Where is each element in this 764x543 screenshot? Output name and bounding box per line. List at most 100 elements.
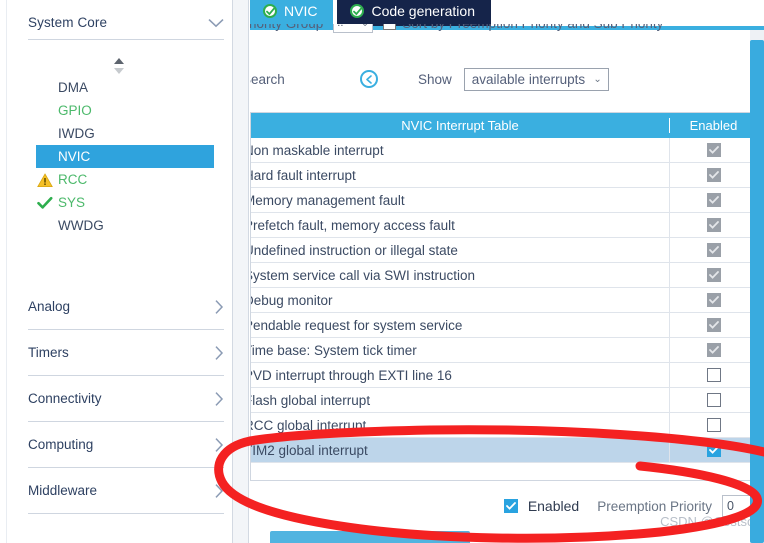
- enabled-cell: [669, 162, 757, 188]
- enabled-cell: [669, 412, 757, 438]
- interrupt-name-cell: RCC global interrupt: [250, 417, 367, 433]
- sidebar-item-label: SYS: [58, 195, 86, 210]
- sidebar-item-label: GPIO: [58, 103, 92, 118]
- enabled-checkbox-locked: [706, 193, 721, 207]
- table-row[interactable]: Pendable request for system service: [250, 312, 757, 338]
- chevron-right-icon[interactable]: [214, 345, 224, 361]
- enabled-checkbox[interactable]: [706, 443, 721, 457]
- sidebar-section-computing[interactable]: Computing: [28, 422, 224, 468]
- chevron-right-icon[interactable]: [214, 391, 224, 407]
- table-row[interactable]: PVD interrupt through EXTI line 16: [251, 362, 757, 388]
- sort-by-priority-label: Sort by Preemption Priority and Sub Prio…: [402, 24, 663, 31]
- table-row[interactable]: Time base: System tick timer: [251, 337, 757, 363]
- enabled-cell: [669, 362, 757, 388]
- priority-group-label: Priority Group: [250, 24, 323, 31]
- tab-label: NVIC: [284, 3, 318, 19]
- sidebar-section-label: Connectivity: [28, 391, 102, 406]
- priority-group-combobox[interactable]: .. ⌄: [333, 24, 374, 33]
- table-row[interactable]: System service call via SWI instruction: [250, 262, 757, 288]
- enabled-cell: [669, 287, 757, 313]
- sidebar-item-label: DMA: [58, 80, 88, 95]
- enabled-label: Enabled: [527, 498, 580, 514]
- sidebar-section-label: Middleware: [28, 483, 98, 498]
- sidebar-section-timers[interactable]: Timers: [28, 330, 224, 376]
- sidebar-item-sys[interactable]: SYS: [36, 191, 224, 214]
- priority-group-value: ..: [337, 24, 343, 29]
- peripheral-state-icon-none: [36, 148, 54, 166]
- sidebar-left-edge: [0, 0, 7, 543]
- priority-group-row: Priority Group .. ⌄ Sort by Preemption P…: [250, 24, 764, 46]
- table-row[interactable]: Hard fault interrupt: [251, 162, 757, 188]
- enabled-checkbox-locked: [706, 343, 721, 357]
- search-label: Search: [250, 71, 285, 87]
- table-row[interactable]: RCC global interrupt: [250, 412, 757, 438]
- table-row[interactable]: Debug monitor: [250, 287, 757, 313]
- enabled-checkbox[interactable]: [706, 368, 721, 382]
- sidebar-item-label: IWDG: [58, 126, 95, 141]
- enabled-cell: [669, 137, 757, 163]
- preemption-priority-label: Preemption Priority: [597, 498, 712, 514]
- tab-nvic[interactable]: NVIC: [250, 0, 334, 26]
- enabled-cell: [669, 187, 757, 213]
- chevron-right-icon[interactable]: [214, 437, 224, 453]
- interrupt-name-cell: TIM2 global interrupt: [250, 442, 368, 458]
- column-header-enabled[interactable]: Enabled: [669, 118, 757, 133]
- tab-code-generation[interactable]: Code generation: [337, 0, 491, 26]
- sidebar-section-middleware[interactable]: Middleware: [28, 468, 224, 514]
- sidebar-group-system-core[interactable]: System Core: [28, 6, 224, 40]
- peripheral-state-icon-none: [36, 79, 54, 97]
- interrupt-name-cell: Prefetch fault, memory access fault: [250, 217, 455, 233]
- sidebar-item-iwdg[interactable]: IWDG: [36, 122, 224, 145]
- table-row[interactable]: Flash global interrupt: [251, 387, 757, 413]
- sidebar-item-gpio[interactable]: GPIO: [36, 99, 224, 122]
- sidebar-peripheral-list: DMA GPIO IWDG NVIC RCC SYS WWDG: [36, 76, 224, 237]
- sidebar-item-dma[interactable]: DMA: [36, 76, 224, 99]
- interrupt-name-cell: Pendable request for system service: [250, 317, 463, 333]
- table-row[interactable]: TIM2 global interrupt: [250, 437, 757, 463]
- table-row[interactable]: Non maskable interrupt: [251, 137, 757, 163]
- sidebar-group-header[interactable]: System Core: [28, 6, 224, 40]
- sidebar-section-label: Computing: [28, 437, 94, 452]
- enabled-cell: [669, 437, 757, 463]
- enabled-checkbox-locked: [706, 243, 721, 257]
- sidebar-item-label: NVIC: [58, 149, 91, 164]
- table-row[interactable]: Prefetch fault, memory access fault: [250, 212, 757, 238]
- peripheral-state-icon-none: [36, 102, 54, 120]
- peripheral-state-icon-none: [36, 125, 54, 143]
- interrupt-name-cell: System service call via SWI instruction: [250, 267, 476, 283]
- table-body: Non maskable interrupt Hard fault interru…: [250, 137, 757, 463]
- chevron-down-icon[interactable]: [208, 18, 224, 28]
- chevron-down-icon: ⌄: [361, 24, 369, 29]
- circle-left-arrow-icon[interactable]: [360, 70, 378, 88]
- sidebar-section-connectivity[interactable]: Connectivity: [28, 376, 224, 422]
- apply-button[interactable]: [270, 531, 470, 543]
- chevron-right-icon[interactable]: [214, 483, 224, 499]
- sort-by-priority-checkbox[interactable]: Sort by Preemption Priority and Sub Prio…: [383, 24, 663, 31]
- check-circle-icon: [350, 4, 365, 18]
- chevron-down-icon: ⌄: [593, 73, 602, 85]
- sidebar-item-label: WWDG: [58, 218, 104, 233]
- sidebar-group-title: System Core: [28, 15, 108, 30]
- table-row[interactable]: Memory management fault: [251, 187, 757, 213]
- chevron-right-icon[interactable]: [214, 299, 224, 315]
- show-filter-combobox[interactable]: available interrupts ⌄: [463, 67, 609, 91]
- panel-divider: [232, 0, 249, 543]
- sidebar-item-wwdg[interactable]: WWDG: [36, 214, 224, 237]
- vertical-scrollbar-thumb[interactable]: [750, 40, 764, 543]
- sidebar-item-nvic[interactable]: NVIC: [36, 145, 214, 168]
- scroll-up-down-icon[interactable]: [108, 55, 130, 77]
- check-circle-icon: [263, 4, 277, 18]
- table-row[interactable]: Undefined instruction or illegal state: [251, 237, 757, 263]
- enabled-checkbox[interactable]: [706, 393, 721, 407]
- enabled-checkbox[interactable]: [706, 418, 721, 432]
- enabled-checkbox[interactable]: [503, 499, 518, 513]
- tab-strip: NVIC Code generation: [250, 0, 491, 26]
- enabled-checkbox-locked: [706, 318, 721, 332]
- peripheral-state-icon-none: [36, 217, 54, 235]
- interrupt-name-cell: Debug monitor: [250, 292, 333, 308]
- tab-label: Code generation: [371, 3, 475, 19]
- sidebar-section-analog[interactable]: Analog: [28, 284, 224, 330]
- preemption-priority-value: 0: [727, 499, 734, 513]
- sidebar-item-rcc[interactable]: RCC: [36, 168, 224, 191]
- column-header-interrupt-table[interactable]: NVIC Interrupt Table: [251, 118, 669, 133]
